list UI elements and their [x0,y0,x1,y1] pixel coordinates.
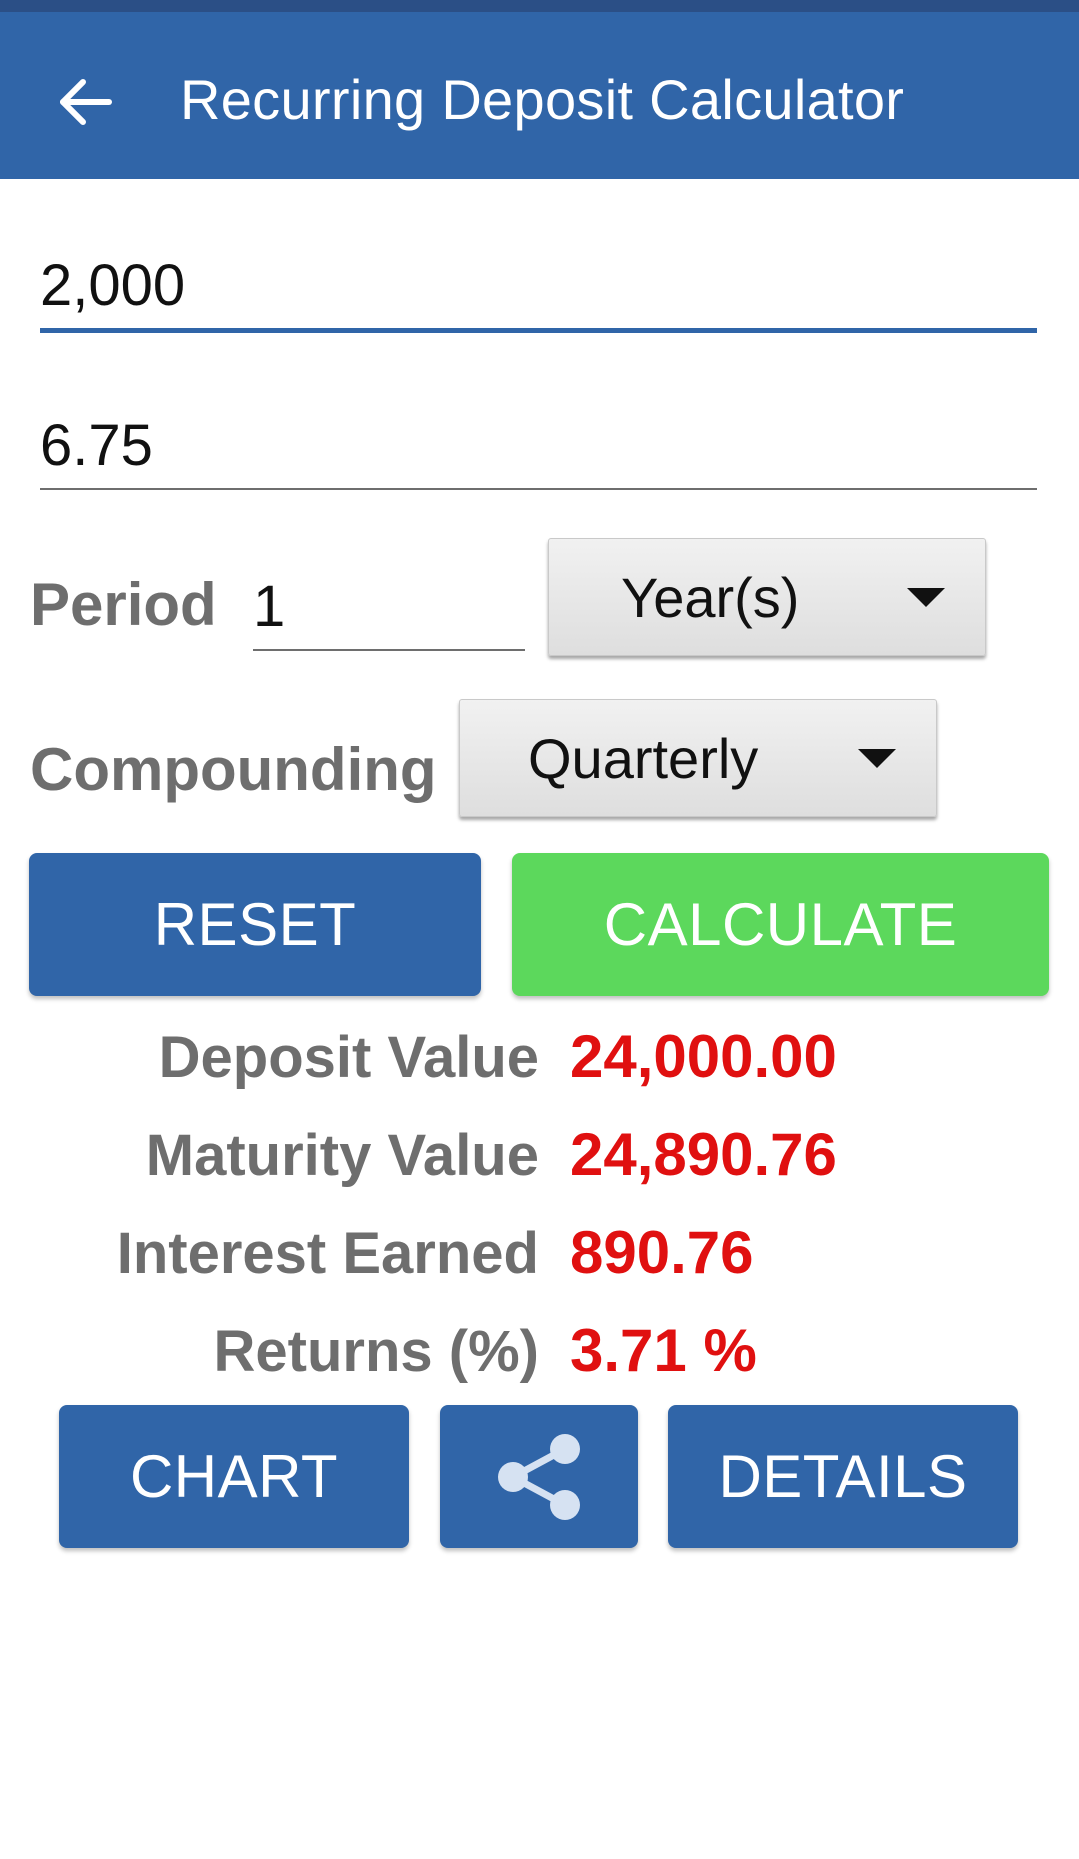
interest-rate-underline [40,488,1037,490]
maturity-value-label: Maturity Value [145,1123,539,1188]
share-button[interactable] [440,1405,638,1548]
chart-button-label: CHART [129,1443,339,1510]
chevron-down-icon [907,588,945,607]
arrow-left-icon [60,79,112,125]
interest-earned-label: Interest Earned [116,1221,539,1286]
period-input[interactable] [253,566,525,646]
deposit-amount-underline [40,328,1037,333]
reset-button-label: RESET [153,891,357,958]
deposit-value: 24,000.00 [570,1023,837,1090]
returns-label: Returns (%) [213,1319,539,1384]
period-unit-dropdown[interactable]: Year(s) [548,538,986,656]
interest-earned-value: 890.76 [570,1219,754,1286]
returns-value: 3.71 % [570,1317,757,1384]
deposit-value-label: Deposit Value [158,1025,539,1090]
interest-rate-input[interactable] [40,405,1037,485]
status-bar-strip [0,0,1079,12]
chart-button[interactable]: CHART [59,1405,409,1548]
calculate-button[interactable]: CALCULATE [512,853,1049,996]
reset-button[interactable]: RESET [29,853,481,996]
period-unit-value: Year(s) [621,566,800,629]
maturity-value: 24,890.76 [570,1121,837,1188]
chevron-down-icon [858,749,896,768]
compounding-value: Quarterly [528,727,759,790]
period-label: Period [30,571,217,638]
calculate-button-label: CALCULATE [603,891,958,958]
back-button[interactable] [40,57,130,147]
deposit-amount-input[interactable] [40,245,1037,325]
details-button[interactable]: DETAILS [668,1405,1018,1548]
details-button-label: DETAILS [718,1443,968,1510]
app-bar: Recurring Deposit Calculator [0,12,1079,179]
page-title: Recurring Deposit Calculator [180,68,905,131]
period-underline [253,649,525,651]
compounding-dropdown[interactable]: Quarterly [459,699,937,817]
compounding-label: Compounding [30,736,437,803]
share-icon [498,1433,580,1520]
